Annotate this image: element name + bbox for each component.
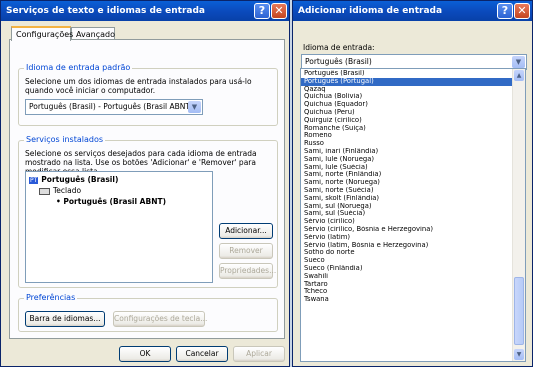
chevron-down-icon[interactable]: ▼: [512, 56, 525, 68]
language-option[interactable]: Quíchua (Peru): [301, 109, 513, 117]
text-services-dialog: Serviços de texto e idiomas de entrada ?…: [0, 0, 290, 367]
scroll-down-icon[interactable]: ▼: [514, 349, 524, 360]
language-option[interactable]: Sami, lule (Noruega): [301, 156, 513, 164]
preferences-group: Preferências Barra de idiomas... Configu…: [18, 293, 278, 332]
scroll-up-icon[interactable]: ▲: [514, 70, 524, 81]
default-language-legend: Idioma de entrada padrão: [24, 63, 133, 72]
language-bar-button[interactable]: Barra de idiomas...: [25, 311, 105, 327]
close-icon[interactable]: ✕: [514, 3, 530, 19]
input-language-value: Português (Brasil): [305, 57, 372, 66]
language-option[interactable]: Romanche (Suíça): [301, 125, 513, 133]
settings-panel: Idioma de entrada padrão Selecione um do…: [9, 39, 285, 339]
tree-language-label: Português (Brasil): [41, 175, 119, 184]
language-option[interactable]: Sami, skolt (Finlândia): [301, 195, 513, 203]
tree-item-keyboard[interactable]: Teclado: [39, 186, 81, 195]
language-option[interactable]: Português (Brasil): [301, 70, 513, 78]
add-button[interactable]: Adicionar...: [219, 223, 273, 239]
ok-button[interactable]: OK: [119, 346, 171, 362]
input-language-dropdown-list[interactable]: Português (Brasil) Português (Portugal) Qa…: [300, 68, 526, 362]
language-option[interactable]: Português (Portugal): [301, 77, 513, 86]
language-option[interactable]: Sami, norte (Suécia): [301, 187, 513, 195]
language-option[interactable]: Tcheco: [301, 288, 513, 296]
left-dialog-titlebar[interactable]: Serviços de texto e idiomas de entrada: [1, 1, 289, 21]
language-option[interactable]: Quíchua (Bolívia): [301, 93, 513, 101]
installed-services-legend: Serviços instalados: [24, 135, 106, 144]
remove-button[interactable]: Remover: [219, 243, 273, 259]
language-options: Português (Brasil) Português (Portugal) Qa…: [301, 70, 513, 304]
language-option[interactable]: Sueco: [301, 257, 513, 265]
language-option[interactable]: Sérvio (latim): [301, 234, 513, 242]
language-option[interactable]: Quíchua (Equador): [301, 101, 513, 109]
language-option[interactable]: Sami, inari (Finlândia): [301, 148, 513, 156]
language-option[interactable]: Sérvio (cirílico): [301, 218, 513, 226]
key-settings-button[interactable]: Configurações de tecla...: [113, 311, 207, 327]
language-option[interactable]: Sami, sul (Suécia): [301, 210, 513, 218]
input-language-label: Idioma de entrada:: [303, 43, 375, 52]
help-icon[interactable]: ?: [497, 3, 513, 19]
left-dialog-title: Serviços de texto e idiomas de entrada: [6, 6, 205, 16]
cancel-button[interactable]: Cancelar: [176, 346, 228, 362]
tree-item-language[interactable]: PT Português (Brasil): [29, 175, 118, 184]
right-dialog-title: Adicionar idioma de entrada: [298, 6, 443, 16]
language-option[interactable]: Sérvio (latim, Bósnia e Herzegovina): [301, 242, 513, 250]
language-option[interactable]: Swahili: [301, 273, 513, 281]
language-option[interactable]: Sérvio (cirílico, Bósnia e Herzegovina): [301, 226, 513, 234]
language-option[interactable]: Romeno: [301, 132, 513, 140]
installed-services-tree[interactable]: PT Português (Brasil) Teclado • Português…: [25, 171, 213, 283]
language-option[interactable]: Tártaro: [301, 281, 513, 289]
tree-item-layout[interactable]: • Português (Brasil ABNT): [56, 197, 166, 206]
language-option[interactable]: Quirguiz (cirílico): [301, 117, 513, 125]
scroll-thumb[interactable]: [514, 277, 524, 345]
language-option[interactable]: Sami, norte (Noruega): [301, 179, 513, 187]
close-icon[interactable]: ✕: [271, 3, 287, 19]
tab-configuracoes[interactable]: Configurações: [11, 26, 73, 41]
language-option[interactable]: Sueco (Finlândia): [301, 265, 513, 273]
language-option[interactable]: Sotho do norte: [301, 249, 513, 257]
chevron-down-icon[interactable]: ▼: [188, 101, 201, 113]
list-scrollbar[interactable]: ▲ ▼: [512, 69, 525, 361]
default-language-description: Selecione um dos idiomas de entrada inst…: [25, 77, 252, 95]
tree-layout-label: Português (Brasil ABNT): [63, 197, 167, 206]
language-option[interactable]: Sami, sul (Noruega): [301, 203, 513, 211]
default-language-combo[interactable]: Português (Brasil) - Português (Brasil A…: [25, 99, 203, 115]
language-option[interactable]: Tswana: [301, 296, 513, 304]
preferences-legend: Preferências: [24, 293, 78, 302]
apply-button[interactable]: Aplicar: [233, 346, 285, 362]
language-option[interactable]: Sami, norte (Finlândia): [301, 171, 513, 179]
language-option[interactable]: Qazaq: [301, 86, 513, 94]
default-language-value: Português (Brasil) - Português (Brasil A…: [29, 102, 193, 111]
language-option[interactable]: Russo: [301, 140, 513, 148]
language-flag-icon: PT: [29, 177, 39, 184]
help-icon[interactable]: ?: [254, 3, 270, 19]
tree-keyboard-label: Teclado: [53, 186, 82, 195]
language-option[interactable]: Sami, lule (Suécia): [301, 164, 513, 172]
keyboard-icon: [39, 187, 50, 195]
properties-button[interactable]: Propriedades...: [219, 263, 276, 279]
default-language-group: Idioma de entrada padrão Selecione um do…: [18, 63, 278, 126]
installed-services-group: Serviços instalados Selecione os serviço…: [18, 135, 278, 288]
